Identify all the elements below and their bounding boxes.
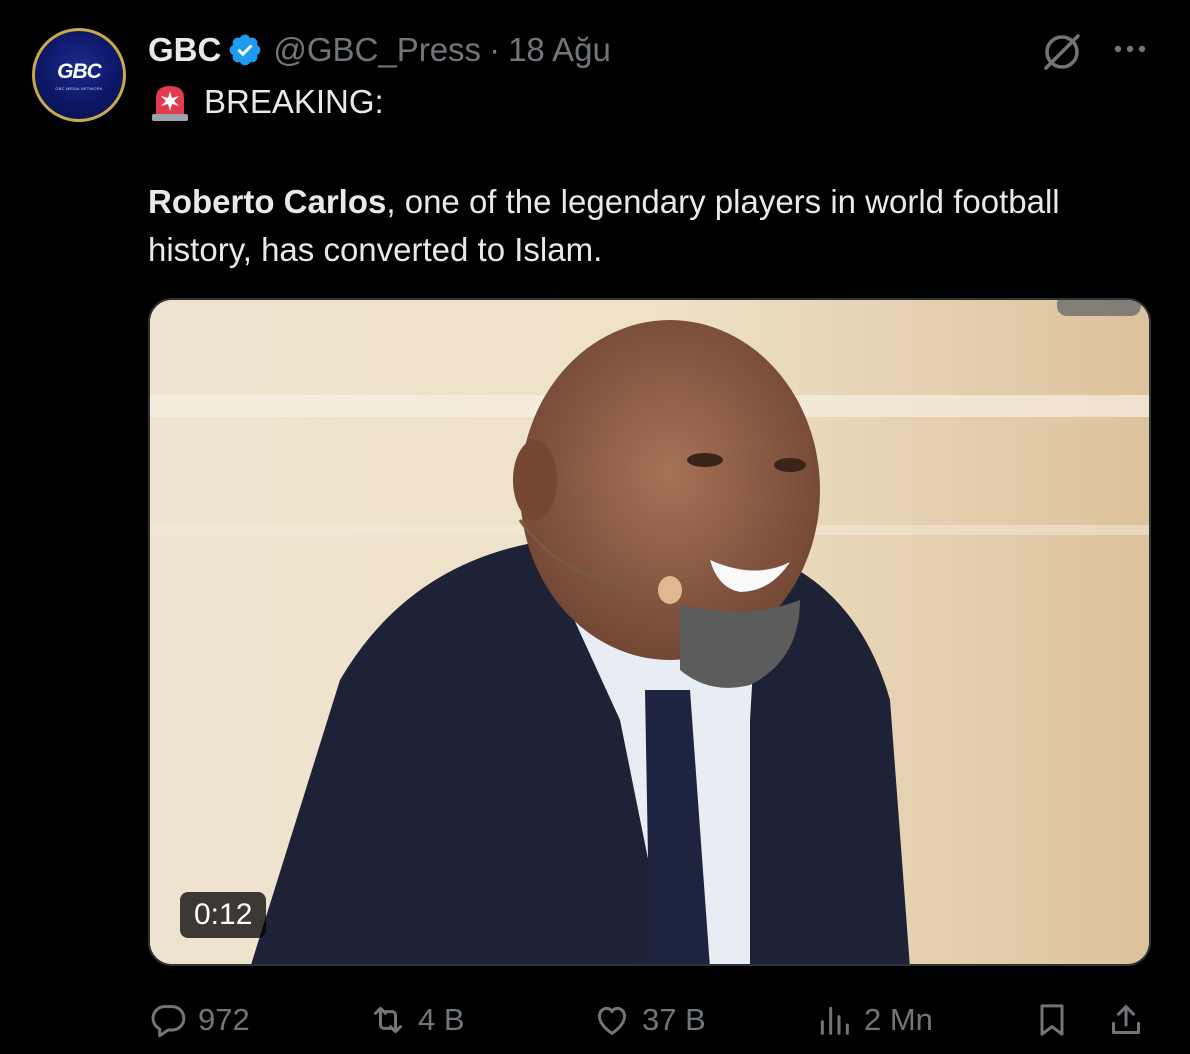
- views-button[interactable]: 2 Mn: [814, 996, 933, 1044]
- post-header: GBC @GBC_Press · 18 Ağu: [148, 28, 611, 72]
- handle[interactable]: @GBC_Press: [273, 31, 481, 69]
- separator-dot: ·: [489, 31, 501, 68]
- display-name[interactable]: GBC: [148, 31, 221, 69]
- post-bold-name: Roberto Carlos: [148, 183, 387, 220]
- share-icon: [1112, 1005, 1140, 1034]
- video-player[interactable]: 0:12: [148, 298, 1151, 966]
- reply-icon: [151, 1005, 186, 1038]
- reply-count: 972: [198, 1002, 250, 1037]
- breaking-line: BREAKING:: [148, 80, 384, 124]
- like-button[interactable]: 37 B: [592, 996, 706, 1044]
- action-bar: 972 4 B 37 B 2 Mn: [148, 996, 1158, 1044]
- like-count: 37 B: [642, 1002, 706, 1037]
- retweet-button[interactable]: 4 B: [368, 996, 465, 1044]
- media-corner-tab: [1057, 300, 1141, 316]
- siren-icon: [152, 86, 188, 121]
- verified-badge-icon[interactable]: [227, 32, 263, 68]
- reply-button[interactable]: 972: [148, 996, 250, 1044]
- breaking-label: BREAKING:: [204, 83, 384, 120]
- video-duration: 0:12: [180, 892, 267, 938]
- bookmark-button[interactable]: [1032, 996, 1082, 1044]
- views-icon: [820, 1006, 849, 1035]
- retweet-icon: [374, 1006, 402, 1034]
- video-thumbnail: [150, 300, 1149, 964]
- avatar[interactable]: GBC GBC MEDIA NETWORK: [32, 28, 126, 122]
- share-button[interactable]: [1106, 996, 1156, 1044]
- more-icon[interactable]: [1108, 34, 1152, 64]
- avatar-logo-subtext: GBC MEDIA NETWORK: [55, 85, 103, 91]
- views-count: 2 Mn: [864, 1002, 933, 1037]
- bookmark-icon: [1040, 1004, 1064, 1036]
- like-icon: [598, 1006, 626, 1035]
- grok-icon[interactable]: [1040, 30, 1084, 74]
- retweet-count: 4 B: [418, 1002, 465, 1037]
- avatar-logo-text: GBC: [57, 59, 102, 83]
- post-text: Roberto Carlos, one of the legendary pla…: [148, 178, 1078, 274]
- post-date[interactable]: 18 Ağu: [508, 31, 611, 69]
